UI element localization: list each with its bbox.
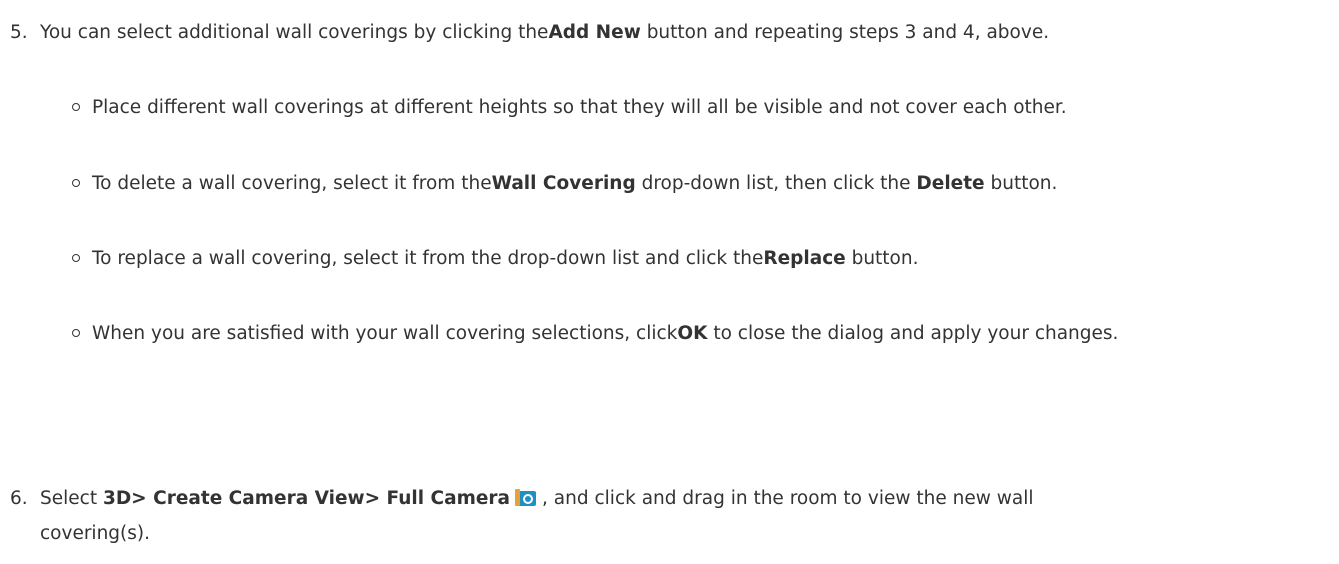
bullet-item: To delete a wall covering, select it fro… (72, 169, 1329, 199)
delete-label: Delete (916, 173, 985, 194)
step-6: 6. Select 3D> Create Camera View> Full C… (10, 484, 1119, 549)
wall-covering-label: Wall Covering (491, 173, 636, 194)
bullet-item: Place different wall coverings at differ… (72, 93, 1329, 123)
step-number: 5. (10, 22, 28, 43)
bullet-icon (72, 254, 80, 262)
menu-path-label: 3D> Create Camera View> Full Camera (102, 488, 511, 509)
bullet-icon (72, 103, 80, 111)
camera-icon (514, 487, 540, 519)
bullet-item: To replace a wall covering, select it fr… (72, 244, 1329, 274)
step-text: You can select additional wall coverings… (40, 22, 1050, 43)
step-number: 6. (10, 488, 28, 509)
bullet-icon (72, 179, 80, 187)
step-5: 5. You can select additional wall coveri… (10, 18, 1329, 48)
bullet-item: When you are satisfied with your wall co… (72, 319, 1189, 349)
add-new-label: Add New (548, 22, 641, 43)
bullet-icon (72, 329, 80, 337)
step-text: Select 3D> Create Camera View> Full Came… (40, 487, 1034, 544)
ok-label: OK (677, 323, 708, 344)
replace-label: Replace (763, 248, 846, 269)
